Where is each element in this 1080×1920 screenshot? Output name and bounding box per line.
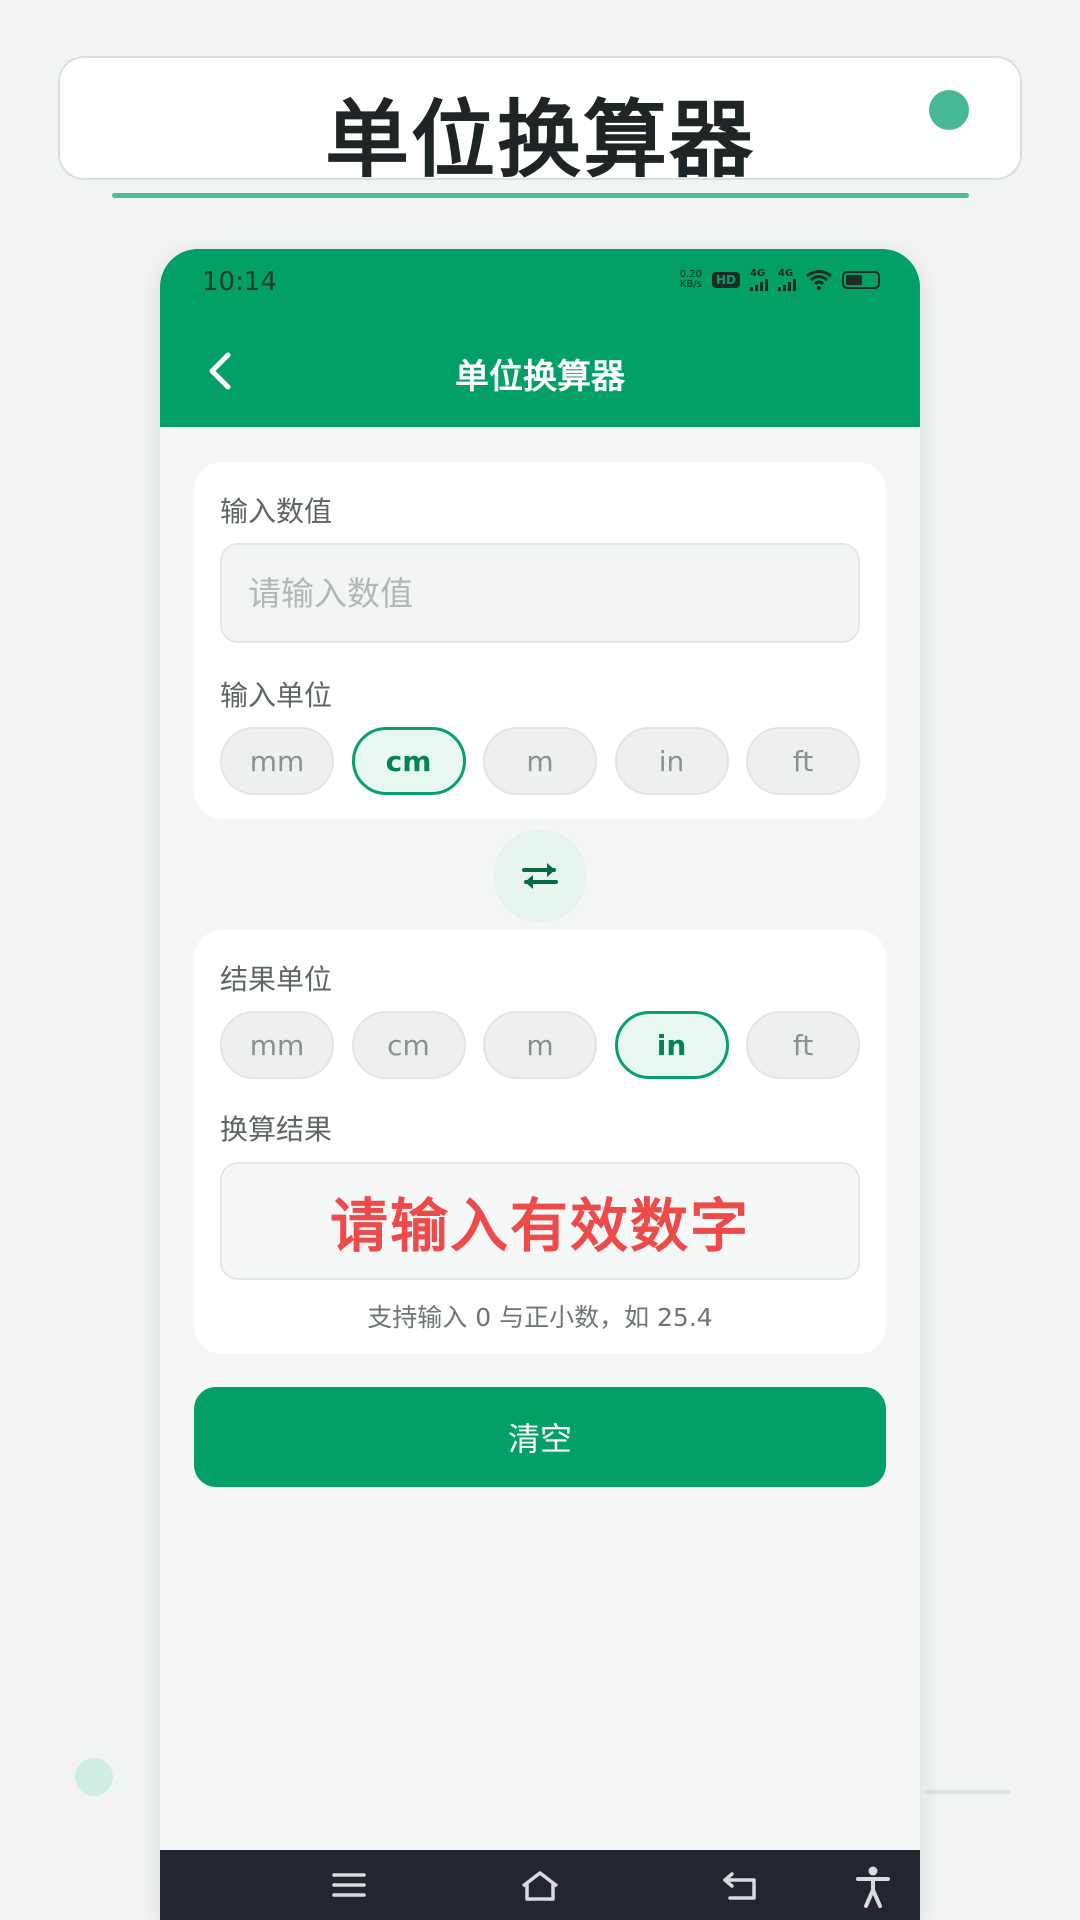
input-value-label: 输入数值: [220, 495, 333, 528]
input-unit-mm[interactable]: mm: [220, 727, 334, 795]
battery-icon: [842, 271, 880, 289]
input-unit-m[interactable]: m: [483, 727, 597, 795]
input-unit-chips: mm cm m in ft: [220, 727, 860, 795]
value-input-box[interactable]: [220, 543, 860, 643]
input-unit-ft[interactable]: ft: [746, 727, 860, 795]
back-nav-icon[interactable]: [722, 1870, 758, 1902]
result-card: 结果单位 mm cm m in ft 换算结果 请输入有效数字 支持输入 0 与…: [194, 930, 886, 1354]
app-navbar: 单位换算器: [160, 315, 920, 427]
result-text: 请输入有效数字: [329, 1192, 750, 1260]
status-icons: 0.20 KB/s HD 4G 4G: [680, 269, 880, 291]
hd-icon: HD: [711, 272, 740, 288]
value-input[interactable]: [222, 545, 858, 641]
promo-dot: [929, 90, 969, 130]
menu-icon[interactable]: [332, 1870, 366, 1900]
wifi-icon: [806, 270, 832, 290]
input-unit-label: 输入单位: [220, 679, 333, 712]
input-unit-cm[interactable]: cm: [351, 727, 466, 795]
system-nav-bar: [160, 1850, 920, 1920]
phone-screen: 10:14 0.20 KB/s HD 4G 4G 单位换算器 输入数值 请输入数…: [160, 249, 920, 1920]
clear-button[interactable]: 清空: [194, 1387, 886, 1487]
result-unit-mm[interactable]: mm: [220, 1011, 334, 1079]
result-display: 请输入有效数字: [220, 1162, 860, 1280]
result-label: 换算结果: [220, 1113, 333, 1146]
input-hint: 支持输入 0 与正小数，如 25.4: [367, 1303, 713, 1332]
promo-title: 单位换算器: [324, 91, 755, 189]
result-unit-m[interactable]: m: [483, 1011, 597, 1079]
accessibility-icon[interactable]: [855, 1866, 891, 1908]
decorative-dot: [75, 1758, 113, 1796]
result-unit-label: 结果单位: [220, 963, 333, 996]
signal-icon: 4G: [750, 269, 768, 291]
status-bar: 10:14 0.20 KB/s HD 4G 4G: [160, 249, 920, 315]
page-title: 单位换算器: [455, 357, 625, 397]
swap-arrows-icon: [522, 863, 558, 889]
promo-underline: [112, 193, 969, 198]
result-unit-chips: mm cm m in ft: [220, 1011, 860, 1079]
result-unit-ft[interactable]: ft: [746, 1011, 860, 1079]
status-time: 10:14: [202, 267, 277, 297]
swap-units-button[interactable]: [493, 829, 587, 923]
result-unit-in[interactable]: in: [614, 1011, 729, 1079]
decorative-line: [925, 1790, 1010, 1794]
input-card: 输入数值 输入单位 mm cm m in ft: [194, 462, 886, 819]
network-speed: 0.20 KB/s: [679, 269, 702, 290]
signal-icon-2: 4G: [778, 269, 796, 291]
home-icon[interactable]: [519, 1870, 561, 1902]
result-unit-cm[interactable]: cm: [351, 1011, 466, 1079]
input-unit-in[interactable]: in: [614, 727, 729, 795]
